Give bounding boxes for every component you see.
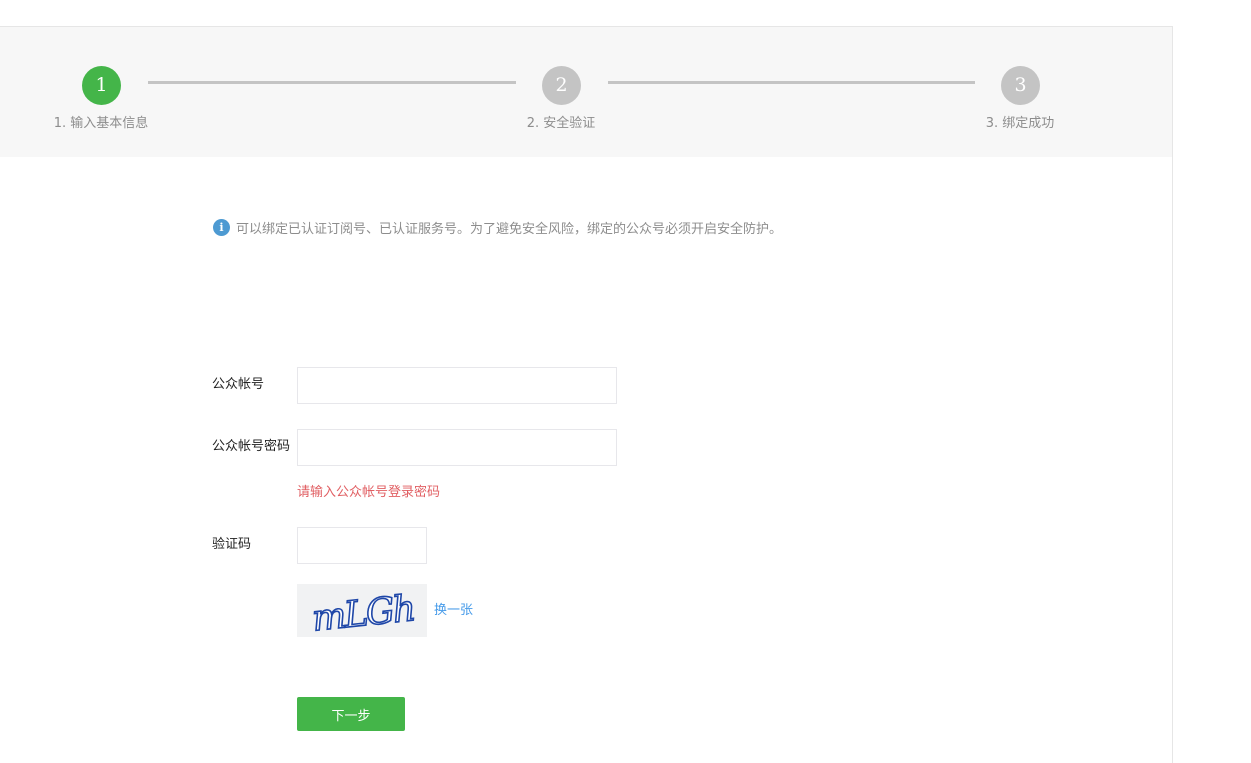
step-1-label: 1. 输入基本信息 xyxy=(53,116,149,131)
step-connector-1 xyxy=(148,81,516,84)
refresh-captcha-link[interactable]: 换一张 xyxy=(434,599,473,618)
password-label: 公众帐号密码 xyxy=(212,439,291,454)
step-3-indicator: 3 xyxy=(1001,66,1040,105)
password-input[interactable] xyxy=(297,429,617,466)
progress-steps: 1 1. 输入基本信息 2 2. 安全验证 3 3. 绑定成功 xyxy=(0,27,1172,157)
captcha-label: 验证码 xyxy=(212,537,252,552)
step-2-indicator: 2 xyxy=(542,66,581,105)
step-1-indicator: 1 xyxy=(82,66,121,105)
account-input[interactable] xyxy=(297,367,617,404)
notice-text: 可以绑定已认证订阅号、已认证服务号。为了避免安全风险，绑定的公众号必须开启安全防… xyxy=(236,222,783,237)
step-connector-2 xyxy=(608,81,975,84)
captcha-image: mLGh xyxy=(297,584,427,637)
account-label: 公众帐号 xyxy=(212,377,265,392)
right-divider xyxy=(1172,26,1173,763)
binding-notice: i 可以绑定已认证订阅号、已认证服务号。为了避免安全风险，绑定的公众号必须开启安… xyxy=(213,218,782,237)
info-icon: i xyxy=(213,219,230,236)
step-3-label: 3. 绑定成功 xyxy=(985,116,1055,131)
password-error-message: 请输入公众帐号登录密码 xyxy=(297,485,441,500)
captcha-image-text: mLGh xyxy=(310,588,416,637)
step-2-label: 2. 安全验证 xyxy=(526,116,596,131)
next-step-button[interactable]: 下一步 xyxy=(297,697,405,731)
captcha-input[interactable] xyxy=(297,527,427,564)
